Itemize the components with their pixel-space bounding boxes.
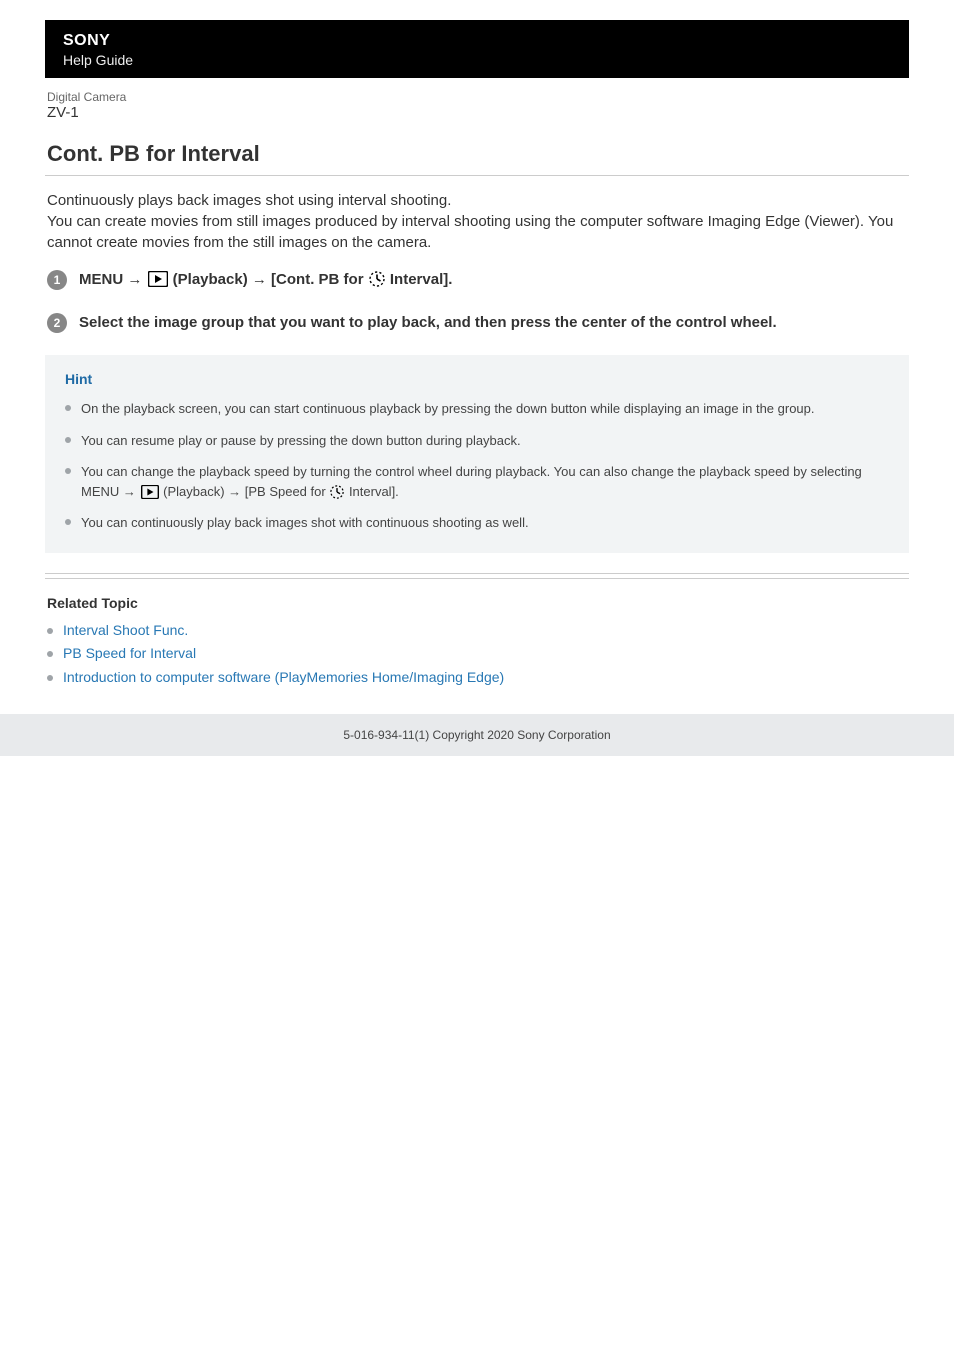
- step-2-text: Select the image group that you want to …: [79, 312, 777, 333]
- related-link-3[interactable]: Introduction to computer software (PlayM…: [63, 669, 504, 685]
- related-item-1: Interval Shoot Func.: [47, 619, 907, 643]
- hint-list: On the playback screen, you can start co…: [65, 399, 889, 533]
- hint-title: Hint: [65, 371, 889, 387]
- hint-item-3-post: Interval].: [349, 484, 399, 499]
- divider: [45, 573, 909, 574]
- step-badge-1: 1: [47, 270, 67, 290]
- product-model: ZV-1: [45, 104, 909, 121]
- related-list: Interval Shoot Func. PB Speed for Interv…: [45, 619, 909, 690]
- hint-item-1: On the playback screen, you can start co…: [65, 399, 889, 419]
- product-category: Digital Camera: [45, 90, 909, 104]
- step-badge-2: 2: [47, 313, 67, 333]
- intro-line2: You can create movies from still images …: [47, 213, 893, 251]
- related-link-1[interactable]: Interval Shoot Func.: [63, 622, 188, 638]
- intro-line1: Continuously plays back images shot usin…: [47, 192, 451, 209]
- related-title: Related Topic: [45, 595, 909, 611]
- header-bar: SONY Help Guide: [45, 20, 909, 78]
- hint-item-3: You can change the playback speed by tur…: [65, 462, 889, 501]
- hint-box: Hint On the playback screen, you can sta…: [45, 355, 909, 553]
- step-2: 2 Select the image group that you want t…: [45, 312, 909, 333]
- hint-item-4: You can continuously play back images sh…: [65, 513, 889, 533]
- help-guide-label: Help Guide: [63, 52, 891, 68]
- step-1-prefix: MENU →: [79, 271, 147, 288]
- interval-icon: [330, 485, 344, 499]
- hint-item-2: You can resume play or pause by pressing…: [65, 431, 889, 451]
- related-link-2[interactable]: PB Speed for Interval: [63, 645, 196, 661]
- step-1-text: MENU → (Playback) → [Cont. PB for Interv…: [79, 269, 452, 290]
- related-item-3: Introduction to computer software (PlayM…: [47, 666, 907, 690]
- footer-copyright: 5-016-934-11(1) Copyright 2020 Sony Corp…: [0, 714, 954, 756]
- playback-icon: [141, 485, 159, 499]
- step-1-suffix: Interval].: [390, 271, 453, 288]
- brand-logo: SONY: [63, 32, 891, 50]
- step-1-mid: (Playback) → [Cont. PB for: [173, 271, 368, 288]
- hint-item-3-mid: (Playback) → [PB Speed for: [163, 484, 329, 499]
- playback-icon: [148, 271, 168, 287]
- related-item-2: PB Speed for Interval: [47, 642, 907, 666]
- interval-icon: [369, 271, 385, 287]
- step-1: 1 MENU → (Playback) → [Cont. PB for Inte…: [45, 269, 909, 290]
- page-title: Cont. PB for Interval: [45, 141, 909, 167]
- intro-text: Continuously plays back images shot usin…: [45, 190, 909, 253]
- divider: [45, 175, 909, 176]
- divider: [45, 578, 909, 579]
